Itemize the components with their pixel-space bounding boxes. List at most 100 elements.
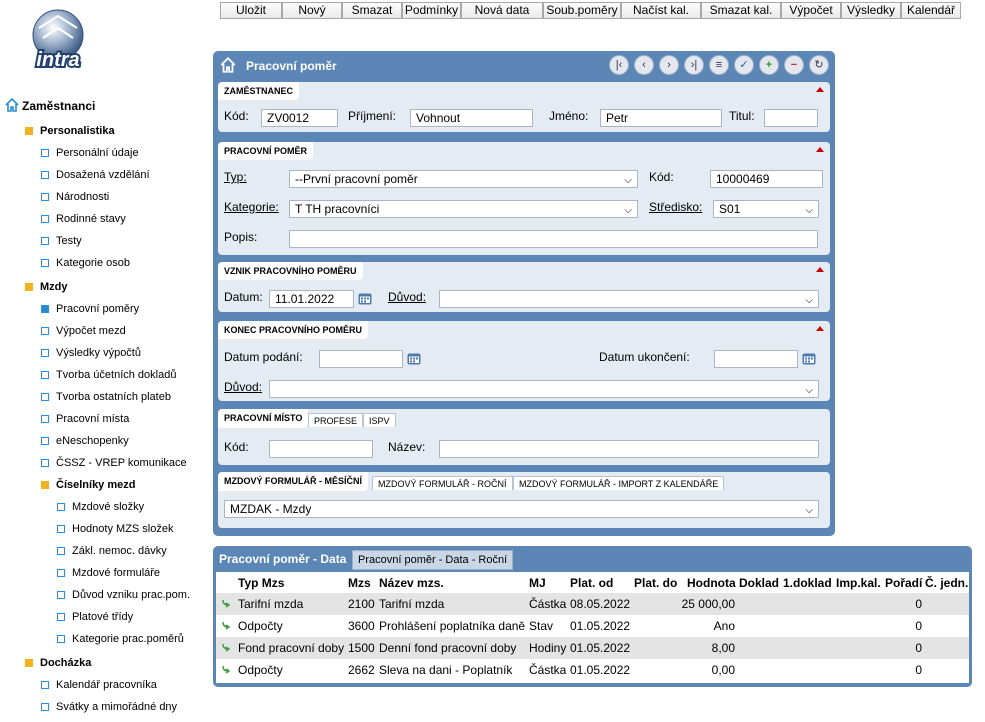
tab-employment-data-yearly[interactable]: Pracovní poměr - Data - Roční	[352, 550, 514, 570]
collapse-icon[interactable]	[816, 326, 824, 331]
workplace-code-field[interactable]	[269, 440, 373, 458]
column-header[interactable]: Pořadí	[885, 576, 922, 590]
table-row[interactable]: Fond pracovní doby 1500 Denní fond praco…	[216, 637, 969, 659]
tree-folder-ciselniky[interactable]: Číselníky mezd	[41, 479, 135, 492]
collapse-icon[interactable]	[816, 87, 824, 92]
column-header[interactable]: MJ	[529, 576, 546, 590]
add-icon[interactable]: +	[759, 55, 779, 75]
end-date-field[interactable]	[714, 350, 798, 368]
tree-item[interactable]: Kalendář pracovníka	[41, 679, 157, 692]
tree-item[interactable]: Tvorba účetních dokladů	[41, 369, 176, 382]
tree-item[interactable]: Tvorba ostatních plateb	[41, 391, 171, 404]
tree-item[interactable]: Zákl. nemoc. dávky	[57, 545, 167, 558]
results-button[interactable]: Výsledky	[841, 2, 901, 19]
prev-icon[interactable]: ‹	[634, 55, 654, 75]
wage-form-select[interactable]: MZDAK - Mzdy ⌵	[224, 500, 819, 518]
column-header[interactable]: Název mzs.	[379, 576, 444, 590]
tree-item[interactable]: Hodnoty MZS složek	[57, 523, 173, 536]
start-reason-select[interactable]: ⌵	[439, 290, 819, 308]
load-calendar-button[interactable]: Načíst kal.	[621, 2, 701, 19]
employment-code-field[interactable]: 10000469	[710, 170, 823, 188]
next-icon[interactable]: ›	[659, 55, 679, 75]
start-date-field[interactable]: 11.01.2022	[269, 290, 354, 308]
tab-wage-form-monthly[interactable]: MZDOVÝ FORMULÁŘ - MĚSÍČNÍ	[218, 472, 368, 491]
workplace-name-field[interactable]	[439, 440, 819, 458]
first-name-field[interactable]: Petr	[600, 109, 722, 127]
tree-item[interactable]: Kategorie prac.poměrů	[57, 633, 184, 646]
calculation-button[interactable]: Výpočet	[781, 2, 841, 19]
tree-item[interactable]: Mzdové složky	[57, 501, 144, 514]
calendar-icon[interactable]	[802, 352, 816, 365]
calendar-icon[interactable]	[407, 352, 421, 365]
collapse-icon[interactable]	[816, 147, 824, 152]
cost-center-label[interactable]: Středisko:	[649, 200, 702, 214]
tab-employment-data[interactable]: Pracovní poměr - Data	[219, 552, 346, 566]
table-row[interactable]: Odpočty 3600 Prohlášení poplatníka daně …	[216, 615, 969, 637]
tree-item[interactable]: Mzdové formuláře	[57, 567, 160, 580]
refresh-icon[interactable]: ↻	[809, 55, 829, 75]
tab-workplace[interactable]: PRACOVNÍ MÍSTO	[218, 409, 309, 428]
column-header[interactable]: Hodnota	[687, 576, 736, 590]
category-select[interactable]: T TH pracovníci ⌵	[289, 200, 638, 218]
column-header[interactable]: Typ Mzs	[238, 576, 284, 590]
tree-item[interactable]: Svátky a mimořádné dny	[41, 701, 177, 714]
tab-wage-form-yearly[interactable]: MZDOVÝ FORMULÁŘ - ROČNÍ	[372, 476, 513, 490]
concurrent-employments-button[interactable]: Soub.poměry	[543, 2, 621, 19]
cost-center-select[interactable]: S01 ⌵	[713, 200, 819, 218]
reason-label[interactable]: Důvod:	[388, 290, 426, 304]
table-row[interactable]: Tarifní mzda 2100 Tarifní mzda Částka 08…	[216, 593, 969, 615]
tree-item[interactable]: ČSSZ - VREP komunikace	[41, 457, 187, 470]
delete-calendar-button[interactable]: Smazat kal.	[701, 2, 781, 19]
tree-item[interactable]: Kategorie osob	[41, 257, 130, 270]
check-icon[interactable]: ✓	[734, 55, 754, 75]
tree-item[interactable]: Výsledky výpočtů	[41, 347, 141, 360]
reason-label[interactable]: Důvod:	[224, 380, 262, 394]
tree-item[interactable]: Rodinné stavy	[41, 213, 126, 226]
list-icon[interactable]: ≡	[709, 55, 729, 75]
tree-item-selected[interactable]: Pracovní poměry	[41, 303, 139, 316]
first-icon[interactable]: |‹	[609, 55, 629, 75]
column-header[interactable]: Mzs	[348, 576, 371, 590]
table-row[interactable]: Odpočty 2662 Sleva na dani - Poplatník Č…	[216, 659, 969, 681]
description-field[interactable]	[289, 230, 818, 248]
tab-wage-form-import[interactable]: MZDOVÝ FORMULÁŘ - IMPORT Z KALENDÁŘE	[513, 476, 725, 490]
tree-item[interactable]: eNeschopenky	[41, 435, 129, 448]
tree-item[interactable]: Dosažená vzdělání	[41, 169, 150, 182]
conditions-button[interactable]: Podmínky	[402, 2, 461, 19]
tree-item[interactable]: Pracovní místa	[41, 413, 129, 426]
calendar-icon[interactable]	[358, 292, 372, 305]
delete-button[interactable]: Smazat	[342, 2, 402, 19]
submission-date-field[interactable]	[319, 350, 403, 368]
column-header[interactable]: Č. jedn.	[925, 576, 968, 590]
column-header[interactable]: Plat. do	[634, 576, 677, 590]
employee-code-field[interactable]: ZV0012	[261, 109, 338, 127]
tree-item[interactable]: Personální údaje	[41, 147, 139, 160]
tree-item[interactable]: Důvod vzniku prac.pom.	[57, 589, 190, 602]
new-button[interactable]: Nový	[282, 2, 342, 19]
title-field[interactable]	[764, 109, 818, 127]
tree-folder-dochazka[interactable]: Docházka	[25, 657, 91, 670]
employment-type-select[interactable]: --První pracovní poměr ⌵	[289, 170, 638, 188]
category-label[interactable]: Kategorie:	[224, 200, 279, 214]
tree-item[interactable]: Testy	[41, 235, 82, 248]
tree-root-employees[interactable]: Zaměstnanci	[4, 97, 95, 113]
collapse-icon[interactable]	[816, 267, 824, 272]
calendar-button[interactable]: Kalendář	[901, 2, 961, 19]
tab-profession[interactable]: PROFESE	[308, 413, 364, 427]
column-header[interactable]: Imp.kal.	[836, 576, 881, 590]
column-header[interactable]: Doklad	[739, 576, 779, 590]
tree-item[interactable]: Platové třídy	[57, 611, 133, 624]
new-data-button[interactable]: Nová data	[461, 2, 543, 19]
tab-ispv[interactable]: ISPV	[363, 413, 396, 427]
type-label[interactable]: Typ:	[224, 170, 247, 184]
surname-field[interactable]: Vohnout	[410, 109, 533, 127]
save-button[interactable]: Uložit	[220, 2, 282, 19]
end-reason-select[interactable]: ⌵	[269, 380, 819, 398]
column-header[interactable]: 1.doklad	[783, 576, 832, 590]
tree-item[interactable]: Výpočet mezd	[41, 325, 126, 338]
last-icon[interactable]: ›|	[684, 55, 704, 75]
tree-folder-personalistika[interactable]: Personalistika	[25, 125, 115, 138]
tree-folder-mzdy[interactable]: Mzdy	[25, 281, 68, 294]
tree-item[interactable]: Národnosti	[41, 191, 109, 204]
remove-icon[interactable]: −	[784, 55, 804, 75]
